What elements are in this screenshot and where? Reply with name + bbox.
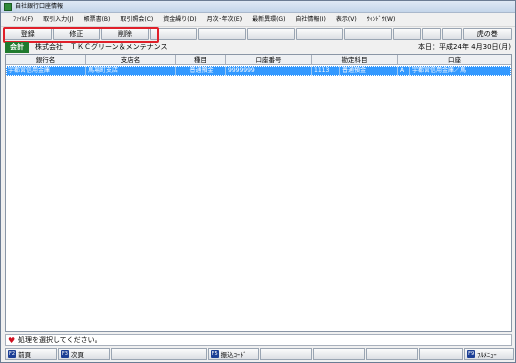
table-row[interactable]: 宇都宮信用金庫 馬場町支店 普通預金 9999999 1113 普通預金 A 宇… <box>6 66 511 76</box>
fkey-transfer-code[interactable]: F5 振込ｺｰﾄﾞ <box>207 348 260 360</box>
fkey-code: F2 <box>8 350 17 358</box>
toolbar-button-11[interactable] <box>442 28 462 40</box>
fkey-label: 振込ｺｰﾄﾞ <box>220 351 247 359</box>
menu-bar: ﾌｧｲﾙ(F) 取引入力(J) 帳票書(B) 取引照会(C) 資金繰り(D) 月… <box>1 14 515 27</box>
fkey-prev-page[interactable]: F2 前頁 <box>5 348 57 360</box>
highlight-box <box>3 27 159 43</box>
fkey-empty-1[interactable] <box>110 348 207 360</box>
company-name: 株式会社 ＴＫＣグリーン＆メンテナンス <box>35 43 168 51</box>
fkey-empty-2[interactable] <box>260 348 313 360</box>
menu-window[interactable]: ｳｨﾝﾄﾞｳ(W) <box>363 14 402 26</box>
fkey-label: ﾌﾙﾒﾆｭｰ <box>477 351 497 359</box>
today-date: 本日：平成24年 4月30日(月) <box>418 43 511 51</box>
window-title: 自社銀行口座情報 <box>15 3 64 10</box>
cell-type: 普通預金 <box>176 66 226 76</box>
menu-cash-flow[interactable]: 資金繰り(D) <box>159 14 202 26</box>
fkey-next-page[interactable]: F3 次頁 <box>57 348 110 360</box>
fkey-full-menu[interactable]: F9 ﾌﾙﾒﾆｭｰ <box>464 348 514 360</box>
column-header-type[interactable]: 種目 <box>176 55 226 64</box>
column-header-branch[interactable]: 支店名 <box>86 55 176 64</box>
fkey-label: 次頁 <box>70 351 84 359</box>
toolbar-button-6[interactable] <box>246 28 295 40</box>
fkey-code: F3 <box>60 350 69 358</box>
heart-icon: ♥ <box>8 336 16 345</box>
status-message: 処理を選択してください。 <box>18 336 102 344</box>
menu-monthly-yearly[interactable]: 月次･年次(E) <box>203 14 248 26</box>
fkey-empty-5[interactable] <box>419 348 464 360</box>
menu-file[interactable]: ﾌｧｲﾙ(F) <box>9 14 39 26</box>
fkey-empty-3[interactable] <box>313 348 366 360</box>
toolbar-button-8[interactable] <box>344 28 392 40</box>
menu-transaction-input[interactable]: 取引入力(J) <box>39 14 79 26</box>
menu-company-info[interactable]: 自社情報(I) <box>291 14 331 26</box>
fkey-code: F9 <box>467 350 476 358</box>
accounting-badge: 会計 <box>5 42 29 53</box>
app-icon <box>4 3 12 11</box>
tips-button[interactable]: 虎の巻 <box>462 28 513 40</box>
function-key-bar: F2 前頁 F3 次頁 F5 振込ｺｰﾄﾞ F9 ﾌﾙﾒﾆｭｰ <box>1 347 515 361</box>
menu-latest[interactable]: 最新異環(G) <box>248 14 291 26</box>
cell-account-code: A <box>398 66 410 76</box>
menu-view[interactable]: 表示(V) <box>332 14 363 26</box>
bank-account-table: 銀行名 支店名 種目 口座番号 勘定科目 口座 宇都宮信用金庫 馬場町支店 普通… <box>5 54 512 332</box>
title-bar: 自社銀行口座情報 <box>1 1 515 13</box>
fkey-empty-4[interactable] <box>366 348 419 360</box>
toolbar-button-10[interactable] <box>422 28 442 40</box>
app-window: 自社銀行口座情報 ﾌｧｲﾙ(F) 取引入力(J) 帳票書(B) 取引照会(C) … <box>0 0 516 363</box>
column-header-account[interactable]: 口座 <box>398 55 511 64</box>
column-header-bank[interactable]: 銀行名 <box>6 55 86 64</box>
cell-subject-code: 1113 <box>312 66 340 76</box>
cell-bank: 宇都宮信用金庫 <box>6 66 86 76</box>
cell-account-number: 9999999 <box>226 66 312 76</box>
toolbar-button-5[interactable] <box>198 28 246 40</box>
cell-account-name: 宇都宮信用金庫／馬 <box>412 67 467 74</box>
cell-subject-name: 普通預金 <box>340 66 398 76</box>
toolbar-button-9[interactable] <box>392 28 422 40</box>
toolbar-button-7[interactable] <box>295 28 344 40</box>
table-header: 銀行名 支店名 種目 口座番号 勘定科目 口座 <box>6 55 511 65</box>
column-header-account-subject[interactable]: 勘定科目 <box>312 55 398 64</box>
fkey-label: 前頁 <box>18 351 32 359</box>
status-bar: ♥ 処理を選択してください。 <box>5 334 512 346</box>
menu-reports[interactable]: 帳票書(B) <box>80 14 117 26</box>
cell-branch: 馬場町支店 <box>86 66 176 76</box>
fkey-code: F5 <box>210 350 219 358</box>
menu-transaction-inquiry[interactable]: 取引照会(C) <box>116 14 159 26</box>
column-header-account-number[interactable]: 口座番号 <box>226 55 312 64</box>
company-strip: 会計 株式会社 ＴＫＣグリーン＆メンテナンス 本日：平成24年 4月30日(月) <box>5 42 513 54</box>
